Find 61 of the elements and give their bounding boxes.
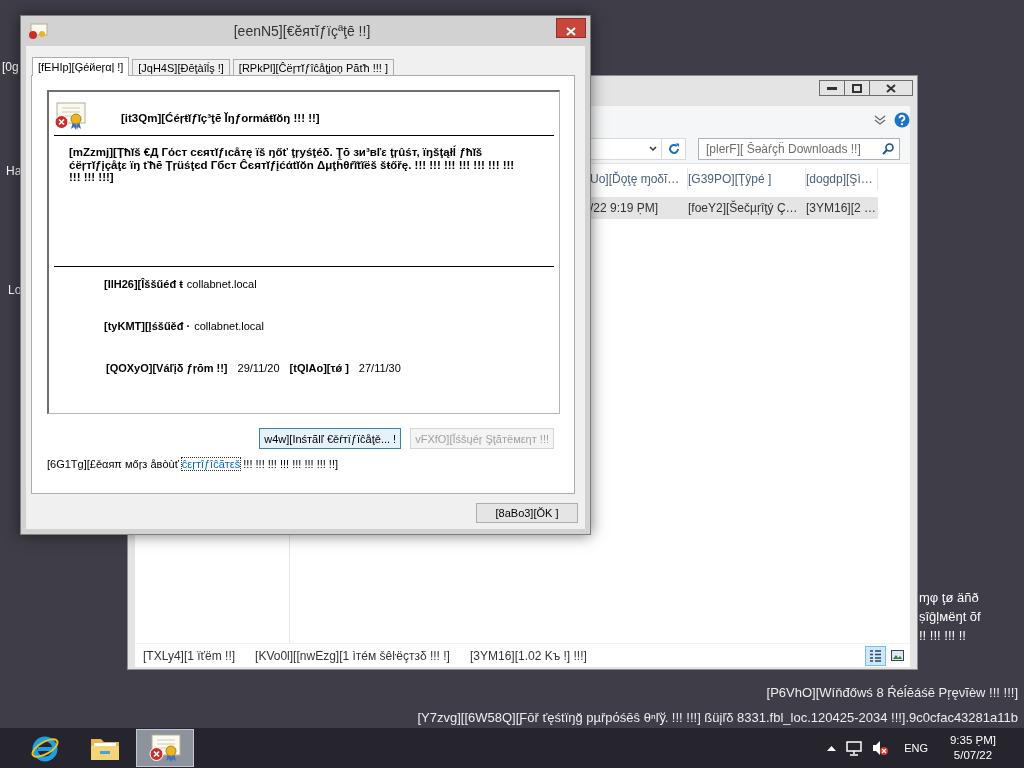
learn-more-link[interactable]: ĉεŗтîƒîĉãтεš [181,458,241,470]
action-button[interactable]: w4w][Ιnśтãlľ €ěŕтïƒïĉåţě... ! [259,428,402,449]
close-button[interactable] [869,80,913,96]
certificate-icon [149,734,181,762]
section-heading: [it3Qm][Ćéŗŧĭƒĭç³ţē Ĭŋƒormáŧĭŏŋ !!! !!] [121,112,320,124]
desktop-icon-label[interactable]: Ha [6,164,22,178]
refresh-button[interactable] [661,137,686,160]
status-text: [TXLy4][1 ïťëm !!] [143,648,236,663]
file-row[interactable]: /22 9:19 P̣M] [foeY2][Šečµŗîţý Ç… [3YM16][2 … [590,197,878,219]
column-header[interactable]: [dogdp][Şì… [806,168,878,190]
field-label: [tQIAo][τǿ ] [289,362,349,374]
field-value: collabnet.local [194,320,264,332]
desktop-text: !! !!! !!! !! [919,627,967,645]
tab[interactable]: [fEHIp][Ģéйeŗαļ !] [32,57,130,76]
certificate-icon [28,23,48,40]
help-icon[interactable] [894,112,910,128]
field-label: [IlH26][Îššűéđ ŧ [104,278,183,290]
clock-time[interactable]: 9:35 P̣M] [949,733,996,748]
table-cell-text: /22 9:19 P̣M] [590,201,660,215]
desktop-icon-label[interactable]: [0g [2,60,19,74]
table-cell: [3YM16][2 … [806,201,878,215]
build-info-text: [P6VhO][Wíňđőwś 8 Ŕéĺĕáśē Pŗęνĩèw !!! !!!] [766,684,1018,702]
field-label: [QOXyO][Váľįδ ƒŗōm !!] [106,362,228,374]
field-value: collabnet.local [186,278,257,290]
minimize-button[interactable] [819,80,845,96]
details-view-icon [869,649,882,662]
close-button[interactable] [556,18,586,38]
speaker-muted-icon[interactable] [872,740,889,756]
search-icon [882,142,894,155]
close-icon [886,83,896,93]
details-view-button[interactable] [865,645,886,666]
minimize-icon [827,86,837,90]
refresh-icon [667,142,680,155]
tab[interactable]: [JqH4S][Ðēţàîĺş !] [132,59,230,75]
status-text: [KVo0l][[nwEzg][1 ìтéм šêŀëçтзδ !!! !] [255,648,450,663]
caret-icon[interactable] [827,745,837,751]
learn-more-text: [6G1Tg][£ěαяπ мőŗз åвòùť ĉεŗтîƒîĉãтεš !!! !!! !!! !!! !!! !!! !!! !!] [47,458,340,470]
maximize-icon [852,83,862,93]
field-value: 29/11/20 [237,362,280,374]
certificate-icon [54,102,86,130]
close-icon [566,27,576,36]
table-cell-text: [foeY2][Šečµŗîţý Ç… [688,201,799,215]
clock-date[interactable]: 5/07/22 [953,748,993,763]
dropdown-icon [649,145,657,152]
picture-icon [891,650,904,661]
field-value: 27/11/30 [358,362,401,374]
build-info-text: [Y7zvg][[6W58Q][Ƒōř ťęśtïŋğ pµřpόśēŝ θⁿľў. !!! !!!] ßüįľδ 8331.fbl_loc.120425-2034 !!!].9c0cfac43281a11b [417,709,1018,727]
network-icon[interactable] [846,740,863,756]
field-label: [tyKMT][Įśšűěđ · [104,320,191,332]
search-field[interactable]: [plerF][ Šǝàŕçĥ Downloads !!] [698,137,900,160]
maximize-button[interactable] [844,80,870,96]
warning-message: [mZzmj][Ţħĭš €Д Гόст cєяτĭƒιcåтę ïš ŋőť ţŗyśţéδ. Ţō зи³вľε ţŗûśт, ïŋšţąłĺ ƒħĭš ćëŗтĭƒįçåţε ïŋ ťħē Ţŗüśţєd Гбст Ĉєятĭƒįćάtĭŏn Δμţĥθŕĩtĩёš šŧőřę. !!! !!! !!! !!! !!! !!! !!! !!! !!! !!!] [69,146,516,184]
language-indicator[interactable]: ENG [904,742,928,754]
column-header[interactable]: [G39PO][Ţŷpé ] [688,168,806,190]
desktop-text: ṣîĝļмëŋt õf [919,608,981,626]
ok-button[interactable]: [8aBo3][ŎK ] [476,503,578,523]
window-title: [eenN5][€ĕяτĭƒïçªţē !!] [232,22,372,41]
desktop-text: ɱφ ţø äñð [919,589,980,607]
status-text: [3YM16][1.02 Kъ !] !!!] [469,648,587,663]
chevron-icon[interactable] [874,115,886,125]
tab[interactable]: [RPkPl][Ĉëŗтĭƒîĉåţįοņ Păťħ !!! ] [232,59,394,75]
